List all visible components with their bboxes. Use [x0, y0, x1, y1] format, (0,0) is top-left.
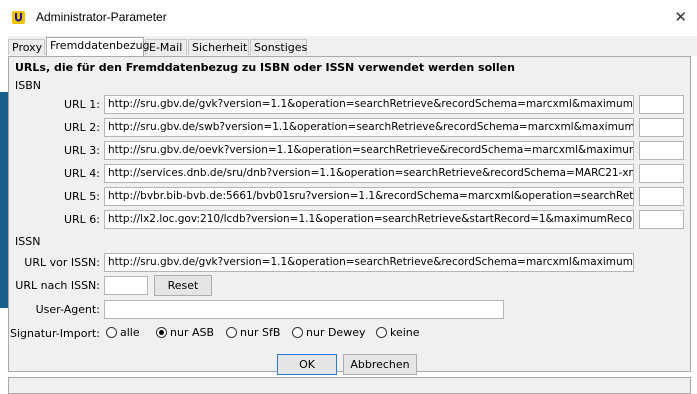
- bank-shield-icon: [12, 11, 25, 24]
- radio-circle-icon: [292, 327, 303, 338]
- url-1-extra-field[interactable]: [639, 95, 684, 114]
- url-2-label: URL 2:: [63, 121, 100, 134]
- radio-circle-icon: [376, 327, 387, 338]
- status-bar: [8, 377, 691, 394]
- tab-fremddatenbezug[interactable]: Fremddatenbezug: [46, 37, 150, 56]
- url-3-extra-field[interactable]: [639, 141, 684, 160]
- url-6-field[interactable]: http://lx2.loc.gov:210/lcdb?version=1.1&…: [104, 210, 634, 229]
- ok-button[interactable]: OK: [277, 354, 337, 375]
- user-agent-label: User-Agent:: [35, 303, 100, 316]
- url-2-field[interactable]: http://sru.gbv.de/swb?version=1.1&operat…: [104, 118, 634, 137]
- radio-circle-icon: [226, 327, 237, 338]
- url-vor-issn-label: URL vor ISSN:: [24, 256, 100, 269]
- tab-proxy[interactable]: Proxy: [8, 39, 45, 55]
- signatur-import-label: Signatur-Import:: [9, 327, 100, 340]
- tab-email[interactable]: E-Mail: [145, 39, 187, 55]
- url-3-field[interactable]: http://sru.gbv.de/oevk?version=1.1&opera…: [104, 141, 634, 160]
- radio-keine[interactable]: keine: [376, 326, 420, 339]
- close-icon[interactable]: ✕: [674, 8, 687, 26]
- radio-nur-dewey[interactable]: nur Dewey: [292, 326, 365, 339]
- user-agent-field[interactable]: [104, 300, 504, 319]
- fremddatenbezug-panel: URLs, die für den Fremddatenbezug zu ISB…: [8, 56, 691, 375]
- window-title: Administrator-Parameter: [36, 10, 167, 24]
- url-5-field[interactable]: http://bvbr.bib-bvb.de:5661/bvb01sru?ver…: [104, 187, 634, 206]
- url-4-field[interactable]: http://services.dnb.de/sru/dnb?version=1…: [104, 164, 634, 183]
- url-1-field[interactable]: http://sru.gbv.de/gvk?version=1.1&operat…: [104, 95, 634, 114]
- url-5-extra-field[interactable]: [639, 187, 684, 206]
- isbn-label: ISBN: [15, 79, 42, 92]
- issn-label: ISSN: [15, 235, 41, 248]
- radio-nur-sfb[interactable]: nur SfB: [226, 326, 280, 339]
- url-5-label: URL 5:: [63, 190, 100, 203]
- title-bar: Administrator-Parameter ✕: [0, 0, 697, 36]
- background-window-edge: [0, 92, 8, 308]
- url-4-label: URL 4:: [63, 167, 100, 180]
- url-4-extra-field[interactable]: [639, 164, 684, 183]
- tab-sonstiges[interactable]: Sonstiges: [250, 39, 307, 55]
- url-nach-issn-field[interactable]: [104, 276, 148, 295]
- tab-sicherheit[interactable]: Sicherheit: [188, 39, 249, 55]
- url-vor-issn-field[interactable]: http://sru.gbv.de/gvk?version=1.1&operat…: [104, 253, 634, 272]
- section-heading: URLs, die für den Fremddatenbezug zu ISB…: [15, 61, 515, 74]
- tab-bar: Proxy Fremddatenbezug E-Mail Sicherheit …: [8, 36, 697, 56]
- radio-nur-asb[interactable]: nur ASB: [156, 326, 214, 339]
- reset-button[interactable]: Reset: [154, 275, 212, 296]
- radio-alle[interactable]: alle: [106, 326, 140, 339]
- url-2-extra-field[interactable]: [639, 118, 684, 137]
- url-nach-issn-label: URL nach ISSN:: [15, 279, 100, 292]
- url-6-extra-field[interactable]: [639, 210, 684, 229]
- url-3-label: URL 3:: [63, 144, 100, 157]
- radio-selected-icon: [156, 327, 167, 338]
- radio-circle-icon: [106, 327, 117, 338]
- url-6-label: URL 6:: [63, 213, 100, 226]
- url-1-label: URL 1:: [63, 98, 100, 111]
- cancel-button[interactable]: Abbrechen: [343, 354, 417, 375]
